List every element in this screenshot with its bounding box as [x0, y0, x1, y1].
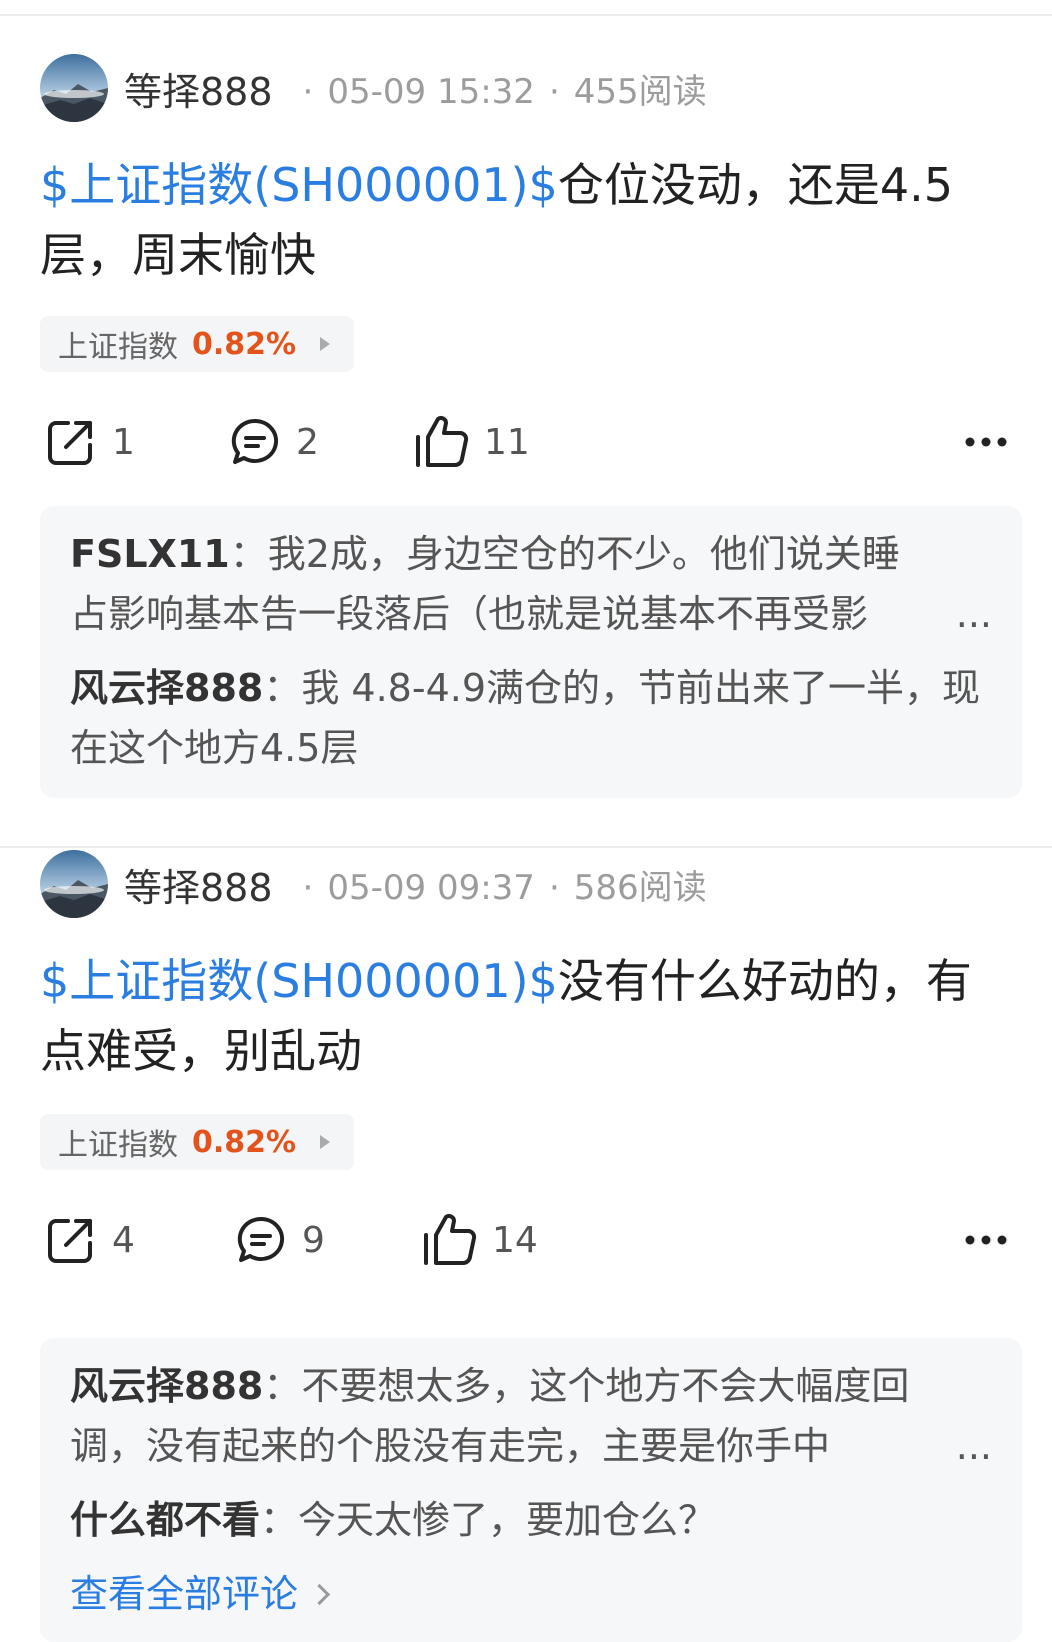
comment-colon: ：	[263, 1364, 302, 1408]
view-all-comments-link[interactable]: 查看全部评论	[70, 1566, 992, 1622]
read-count: 455阅读	[573, 71, 707, 112]
share-button[interactable]: 4	[44, 1210, 135, 1270]
post-content[interactable]: $上证指数(SH000001)$没有什么好动的，有点难受，别乱动	[40, 946, 1010, 1086]
stock-tag-link[interactable]: $上证指数(SH000001)$	[40, 158, 558, 212]
more-icon	[965, 1235, 1007, 1245]
separator-dot: ·	[548, 867, 560, 908]
comment-icon	[231, 418, 279, 464]
comment-item[interactable]: 风云择888：我 4.8-4.9满仓的，节前出来了一半，现在这个地方4.5层	[70, 658, 992, 778]
comment-author[interactable]: 风云择888	[70, 666, 263, 710]
like-count: 14	[492, 1219, 538, 1261]
separator-dot: ·	[548, 71, 560, 112]
stock-tag-link[interactable]: $上证指数(SH000001)$	[40, 954, 558, 1008]
like-icon	[424, 1214, 477, 1266]
share-icon	[48, 1219, 92, 1263]
stock-chip[interactable]: 上证指数 0.82%	[40, 316, 355, 372]
avatar[interactable]	[40, 850, 108, 918]
author-name[interactable]: 等择888	[124, 61, 273, 116]
comment-preview[interactable]: 风云择888：不要想太多，这个地方不会大幅度回调，没有起来的个股没有走完，主要是…	[40, 1338, 1022, 1642]
chip-stock-name: 上证指数	[58, 330, 178, 365]
share-count: 4	[112, 1219, 135, 1261]
comment-ellipsis: ...	[927, 584, 992, 644]
separator-dot: ·	[302, 71, 314, 112]
view-all-label: 查看全部评论	[70, 1572, 299, 1616]
comment-colon: ：	[229, 532, 268, 576]
share-count: 1	[112, 421, 135, 463]
post-divider	[0, 846, 1052, 848]
comment-count: 2	[296, 421, 319, 463]
comment-preview[interactable]: FSLX11：我2成，身边空仓的不少。他们说关睡占影响基本告一段落后（也就是说基…	[40, 506, 1022, 798]
comment-item[interactable]: 风云择888：不要想太多，这个地方不会大幅度回调，没有起来的个股没有走完，主要是…	[70, 1356, 992, 1476]
separator-dot: ·	[302, 867, 314, 908]
comment-ellipsis: ...	[927, 1416, 992, 1476]
comment-button[interactable]: 9	[234, 1210, 325, 1270]
post-header: 等择888 · 05-09 09:37 · 586阅读	[40, 850, 707, 918]
post-time: 05-09 09:37	[327, 867, 535, 908]
like-icon	[416, 416, 469, 468]
more-button[interactable]	[964, 1210, 1022, 1270]
comment-item[interactable]: 什么都不看：今天太惨了，要加仓么？	[70, 1490, 992, 1550]
read-count: 586阅读	[573, 867, 707, 908]
comment-icon	[237, 1216, 285, 1262]
comment-text: 今天太惨了，要加仓么？	[298, 1498, 717, 1542]
like-button[interactable]: 14	[422, 1210, 538, 1270]
post-time: 05-09 15:32	[327, 71, 535, 112]
like-count: 11	[484, 421, 530, 463]
chip-change: 0.82%	[192, 326, 297, 362]
comment-author[interactable]: 什么都不看	[70, 1498, 260, 1542]
action-bar: 4 9 14	[44, 1210, 1020, 1270]
comment-count: 9	[302, 1219, 325, 1261]
chip-change: 0.82%	[192, 1124, 297, 1160]
comment-button[interactable]: 2	[228, 412, 319, 472]
comment-author[interactable]: 风云择888	[70, 1364, 263, 1408]
comment-item[interactable]: FSLX11：我2成，身边空仓的不少。他们说关睡占影响基本告一段落后（也就是说基…	[70, 524, 992, 644]
stock-chip[interactable]: 上证指数 0.82%	[40, 1114, 355, 1170]
top-divider	[0, 14, 1052, 16]
comment-colon: ：	[260, 1498, 299, 1542]
post-header: 等择888 · 05-09 15:32 · 455阅读	[40, 54, 707, 122]
chevron-right-icon	[308, 1583, 331, 1605]
share-icon	[48, 421, 92, 465]
share-button[interactable]: 1	[44, 412, 135, 472]
avatar[interactable]	[40, 54, 108, 122]
chip-stock-name: 上证指数	[58, 1128, 178, 1163]
more-button[interactable]	[964, 412, 1022, 472]
more-icon	[965, 437, 1007, 447]
play-arrow-icon	[320, 1135, 331, 1149]
like-button[interactable]: 11	[414, 412, 530, 472]
post-meta: · 05-09 09:37 · 586阅读	[289, 860, 707, 909]
play-arrow-icon	[320, 337, 331, 351]
comment-colon: ：	[263, 666, 302, 710]
post-meta: · 05-09 15:32 · 455阅读	[289, 64, 707, 113]
comment-author[interactable]: FSLX11	[70, 532, 230, 576]
post-content[interactable]: $上证指数(SH000001)$仓位没动，还是4.5层，周末愉快	[40, 150, 1010, 290]
author-name[interactable]: 等择888	[124, 857, 273, 912]
action-bar: 1 2 11	[44, 412, 1020, 472]
